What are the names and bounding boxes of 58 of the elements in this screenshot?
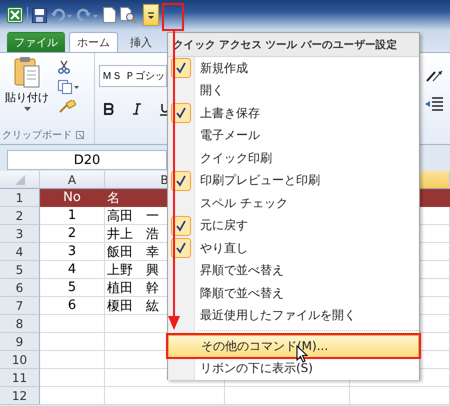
row-header[interactable]: 5 <box>0 261 40 279</box>
checkmark-icon <box>175 242 187 254</box>
copy-icon[interactable] <box>58 80 80 94</box>
new-document-icon[interactable] <box>103 7 116 23</box>
menu-item[interactable]: 上書き保存 <box>191 102 419 124</box>
save-icon[interactable] <box>32 8 47 22</box>
format-painter-icon[interactable] <box>58 100 76 114</box>
row-header[interactable]: 9 <box>0 333 40 351</box>
table-cell: 4 <box>40 261 105 279</box>
menu-item[interactable]: リボンの下に表示(S) <box>168 358 419 380</box>
row-header[interactable]: 7 <box>0 297 40 315</box>
row-header[interactable]: 10 <box>0 351 40 369</box>
name-box[interactable]: D20 <box>7 150 167 170</box>
menu-item[interactable]: 開く <box>191 80 419 102</box>
row-header[interactable]: 12 <box>0 387 40 405</box>
checkmark-icon <box>175 107 187 120</box>
checkmark-icon <box>175 62 187 74</box>
print-preview-icon[interactable] <box>120 7 136 23</box>
checkmark-icon <box>175 220 187 232</box>
row-header[interactable]: 4 <box>0 243 40 261</box>
column-header[interactable]: A <box>40 171 105 189</box>
menu-item[interactable]: クイック印刷 <box>191 147 419 170</box>
menu-item[interactable]: 電子メール <box>191 124 419 147</box>
ribbon-tab[interactable]: 挿入 <box>122 32 160 52</box>
row-header[interactable]: 1 <box>0 189 40 207</box>
italic-icon <box>133 103 141 115</box>
row-header[interactable]: 8 <box>0 315 40 333</box>
customize-toolbar-button[interactable] <box>143 4 159 26</box>
row-header[interactable]: 6 <box>0 279 40 297</box>
bold-icon <box>104 103 114 115</box>
triangle-icon <box>14 174 24 184</box>
table-cell <box>40 387 105 405</box>
menu-item[interactable]: 新規作成 <box>191 57 419 80</box>
clipboard-icon <box>13 56 41 88</box>
group-label: クリップボード <box>2 128 72 142</box>
row-header[interactable]: 11 <box>0 369 40 387</box>
highlight-frame <box>162 3 184 31</box>
table-cell: No <box>40 189 105 207</box>
row-header[interactable]: 3 <box>0 225 40 243</box>
checkmark-icon <box>175 174 187 187</box>
row-header[interactable]: 2 <box>0 207 40 225</box>
redo-icon[interactable] <box>77 8 99 22</box>
table-cell: 5 <box>40 279 105 297</box>
caret-icon <box>24 107 30 111</box>
scissors-icon[interactable] <box>58 60 70 74</box>
table-cell: 2 <box>40 225 105 243</box>
table-cell: 3 <box>40 243 105 261</box>
font-name-field[interactable]: ＭＳ Ｐゴシッ <box>99 65 167 87</box>
excel-logo <box>7 7 23 23</box>
indent-icon[interactable] <box>425 97 443 111</box>
dialog-launcher-icon[interactable] <box>76 131 84 139</box>
table-cell <box>40 369 105 387</box>
ribbon-tab[interactable]: ホーム <box>69 32 118 52</box>
table-cell: 6 <box>40 297 105 315</box>
text-orientation-icon[interactable] <box>425 69 443 83</box>
paste-button[interactable]: 貼り付け <box>2 56 52 126</box>
table-cell: 1 <box>40 207 105 225</box>
ribbon-tab[interactable]: ファイル <box>7 32 65 52</box>
